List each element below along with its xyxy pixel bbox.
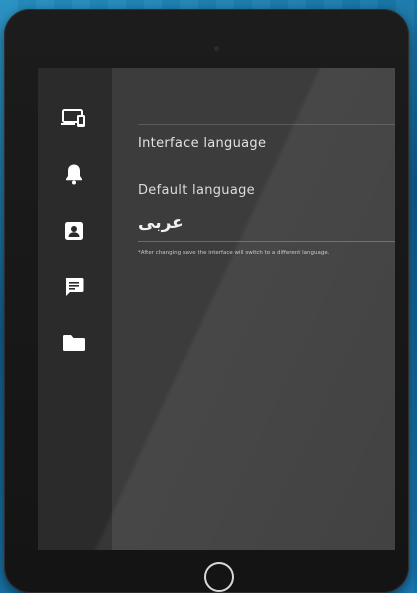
sidebar-item-contacts[interactable]	[60, 218, 88, 244]
sidebar-item-files[interactable]	[60, 330, 88, 356]
sidebar	[38, 68, 112, 550]
folder-icon	[63, 335, 85, 351]
settings-content: Interface language Default language عربى…	[112, 68, 395, 550]
screen: Interface language Default language عربى…	[38, 68, 395, 550]
tablet-frame: Interface language Default language عربى…	[4, 9, 409, 593]
devices-icon	[61, 109, 85, 127]
sidebar-item-devices[interactable]	[60, 105, 88, 131]
message-icon	[65, 278, 84, 296]
default-language-select[interactable]: عربى	[138, 213, 184, 233]
contact-icon	[65, 222, 83, 240]
field-underline	[138, 241, 395, 242]
sidebar-item-messages[interactable]	[60, 274, 88, 300]
sidebar-item-notifications[interactable]	[60, 161, 88, 187]
home-button[interactable]	[204, 562, 234, 592]
divider	[138, 124, 395, 125]
language-change-note: *After changing save the interface will …	[138, 250, 330, 256]
section-title: Interface language	[138, 136, 267, 151]
camera	[214, 46, 219, 51]
default-language-label: Default language	[138, 183, 255, 198]
bell-icon	[66, 164, 82, 185]
